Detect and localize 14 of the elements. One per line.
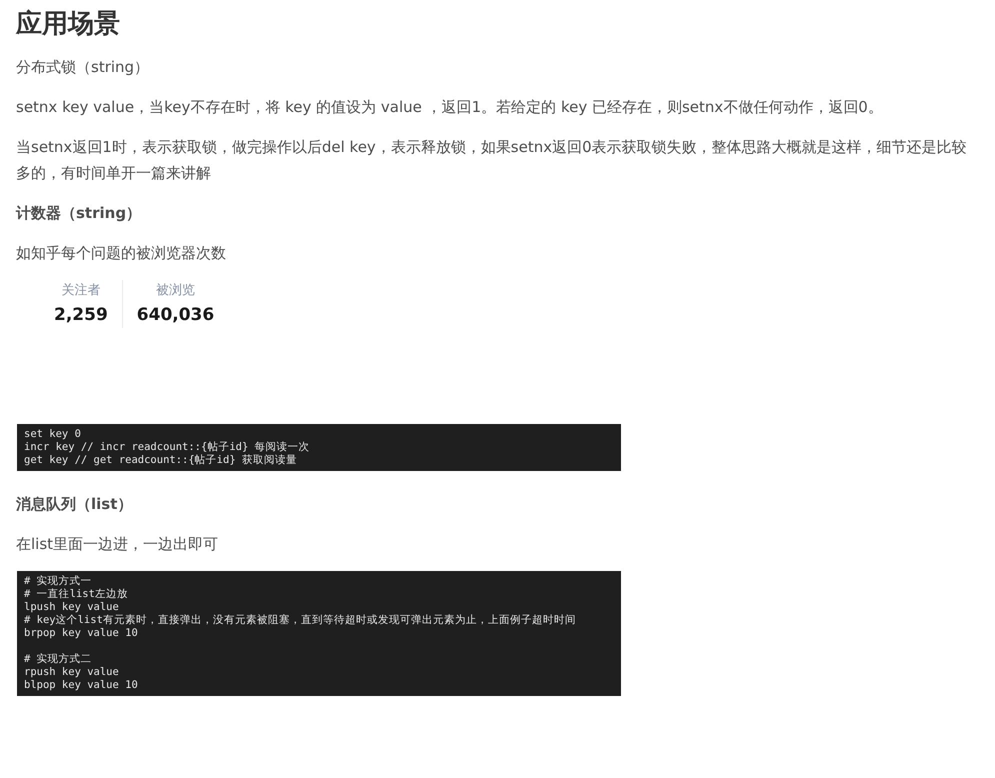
section-heading: 计数器（string） [16,203,142,224]
article-title: 应用场景 [16,8,121,41]
stat-value: 2,259 [54,304,108,327]
paragraph: 当setnx返回1时，表示获取锁，做完操作以后del key，表示释放锁，如果setnx返回0表示获取锁失败，整体思路大概就是这样，细节还是比较多的，有时间单开一篇来讲解 [16,137,968,184]
paragraph: 如知乎每个问题的被浏览器次数 [16,243,227,264]
section-heading: 消息队列（list） [16,494,134,515]
code-block: set key 0 incr key // incr readcount::{帖子id} 每阅读一次 get key // get readcount::{帖子id} 获取阅读量 [17,424,621,471]
paragraph: 在list里面一边进，一边出即可 [16,534,220,555]
stat-label: 关注者 [61,282,100,300]
stat-value: 640,036 [136,304,214,327]
paragraph: 分布式锁（string） [16,57,150,78]
stat-label: 被浏览 [156,282,195,300]
code-block: # 实现方式一 # 一直往list左边放 lpush key value # key这个list有元素时，直接弹出，没有元素被阻塞，直到等待超时或发现可弹出元素为止，上面例子超时时间 brpop key value 10 # 实现方式二 rpush key value blpop key value 10 [17,571,621,696]
paragraph: setnx key value，当key不存在时，将 key 的值设为 value ，返回1。若给定的 key 已经存在，则setnx不做任何动作，返回0。 [16,97,884,118]
